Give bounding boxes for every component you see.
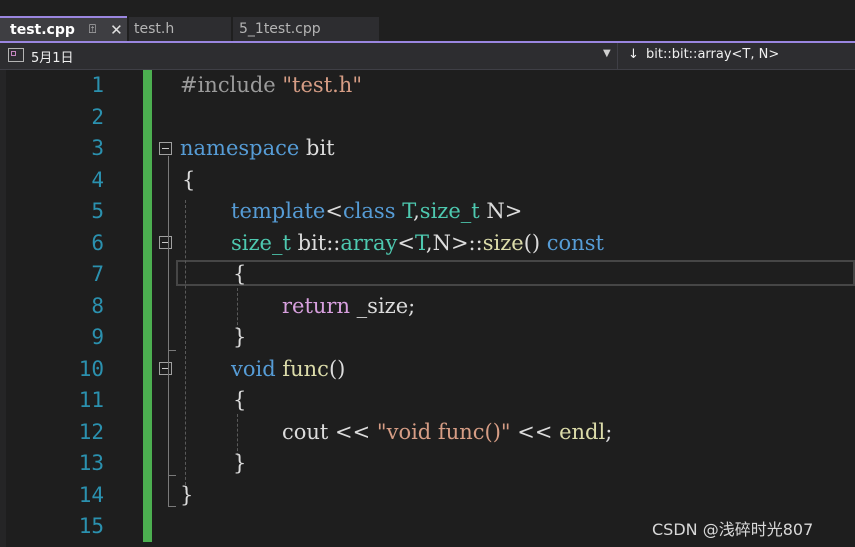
preprocessor-directive: #include xyxy=(180,73,283,97)
code-line-11: { xyxy=(233,388,246,412)
nontype-param: N xyxy=(432,231,451,255)
keyword: class xyxy=(342,199,396,223)
navigation-bar: 5月1日 ▼ ↓ bit::bit::array<T, N> xyxy=(0,43,855,70)
code-line-1: #include "test.h" xyxy=(180,73,362,97)
keyword: namespace xyxy=(180,136,300,160)
code-line-5: template<class T,size_t N> xyxy=(231,199,522,223)
line-number: 14 xyxy=(78,483,104,507)
code-line-12: cout << "void func()" << endl; xyxy=(282,420,612,444)
fold-guide-end xyxy=(168,506,176,507)
collapse-func-icon[interactable] xyxy=(159,362,172,375)
type: array xyxy=(340,231,398,255)
collapse-namespace-icon[interactable] xyxy=(159,142,172,155)
code-line-10: void func() xyxy=(231,357,345,381)
fold-guide-size xyxy=(168,250,169,350)
operator: << xyxy=(328,420,377,444)
type: size_t xyxy=(419,199,480,223)
tab-label: test.h xyxy=(134,21,175,37)
member-dropdown[interactable]: bit::bit::array<T, N> xyxy=(646,47,779,62)
line-number: 7 xyxy=(91,262,104,286)
scope: bit:: xyxy=(290,231,341,255)
pin-icon[interactable]: ⍐ xyxy=(89,22,96,37)
identifier: cout xyxy=(282,420,329,444)
indent-guide xyxy=(185,200,186,490)
punct: , xyxy=(425,231,433,255)
punct: () xyxy=(328,357,346,381)
tab-label: 5_1test.cpp xyxy=(239,21,321,37)
tab-test-cpp[interactable]: test.cpp ⍐ ✕ xyxy=(0,16,127,41)
current-line-highlight xyxy=(176,260,855,286)
keyword: template xyxy=(231,199,326,223)
keyword: return xyxy=(282,294,350,318)
identifier: _size; xyxy=(350,294,416,318)
string-literal: "void func()" xyxy=(376,420,511,444)
include-path: "test.h" xyxy=(282,73,362,97)
function-name: size xyxy=(482,231,524,255)
punct: >:: xyxy=(450,231,483,255)
code-line-13: } xyxy=(233,451,246,475)
line-number: 12 xyxy=(78,420,104,444)
code-line-8: return _size; xyxy=(282,294,415,318)
operator: << xyxy=(510,420,560,444)
member-arrow-icon: ↓ xyxy=(628,47,639,62)
project-icon xyxy=(8,48,24,62)
line-number: 6 xyxy=(91,231,104,255)
brace: { xyxy=(233,388,247,412)
line-number: 9 xyxy=(91,325,104,349)
line-number: 15 xyxy=(78,514,104,538)
line-number: 2 xyxy=(91,105,104,129)
tab-5-1test-cpp[interactable]: 5_1test.cpp xyxy=(233,17,379,41)
code-line-6: size_t bit::array<T,N>::size() const xyxy=(231,231,604,255)
fold-guide-size-end xyxy=(168,350,176,351)
brace: } xyxy=(180,483,194,507)
collapse-size-function-icon[interactable] xyxy=(159,236,172,249)
brace: } xyxy=(233,451,247,475)
indent-guide xyxy=(237,288,238,330)
scope-dropdown[interactable]: 5月1日 ▼ xyxy=(0,43,618,69)
line-number: 5 xyxy=(91,199,104,223)
punct: ; xyxy=(605,420,613,444)
line-number: 8 xyxy=(91,294,104,318)
type-param: T xyxy=(402,199,414,223)
code-editor[interactable]: 1 2 3 4 5 6 7 8 9 10 11 12 13 14 15 #inc… xyxy=(0,70,855,547)
fold-guide-func-end xyxy=(168,475,176,476)
indent-guide xyxy=(237,414,238,456)
tab-test-h[interactable]: test.h xyxy=(129,17,231,41)
type-param: T xyxy=(414,231,426,255)
glyph-margin xyxy=(0,70,6,547)
tab-label: test.cpp xyxy=(10,21,75,38)
function-name: func xyxy=(282,357,329,381)
watermark: CSDN @浅碎时光807 xyxy=(652,520,814,539)
line-number: 13 xyxy=(78,451,104,475)
tab-bar: test.cpp ⍐ ✕ test.h 5_1test.cpp xyxy=(0,0,855,44)
chevron-down-icon[interactable]: ▼ xyxy=(603,48,611,59)
code-line-7: { xyxy=(233,262,246,286)
brace: { xyxy=(182,168,196,192)
punct: () xyxy=(523,231,547,255)
code-line-4: { xyxy=(182,168,195,192)
code-line-9: } xyxy=(233,325,246,349)
brace: { xyxy=(233,262,247,286)
line-number: 3 xyxy=(91,136,104,160)
brace: } xyxy=(233,325,247,349)
line-number: 1 xyxy=(91,73,104,97)
line-number: 10 xyxy=(78,357,104,381)
close-icon[interactable]: ✕ xyxy=(110,21,123,39)
type: size_t xyxy=(231,231,291,255)
change-indicator-bar xyxy=(143,70,152,542)
punct: , xyxy=(413,199,420,223)
keyword: void xyxy=(231,357,276,381)
nontype-param: N xyxy=(486,199,505,223)
keyword: const xyxy=(546,231,604,255)
line-number: 4 xyxy=(91,168,104,192)
scope-label: 5月1日 xyxy=(31,51,74,66)
punct: < xyxy=(397,231,415,255)
code-line-3: namespace bit xyxy=(180,136,335,160)
line-number: 11 xyxy=(78,388,104,412)
code-line-14: } xyxy=(180,483,193,507)
punct: > xyxy=(504,199,523,223)
function-name: endl xyxy=(559,420,606,444)
punct: < xyxy=(325,199,343,223)
identifier: bit xyxy=(299,136,335,160)
